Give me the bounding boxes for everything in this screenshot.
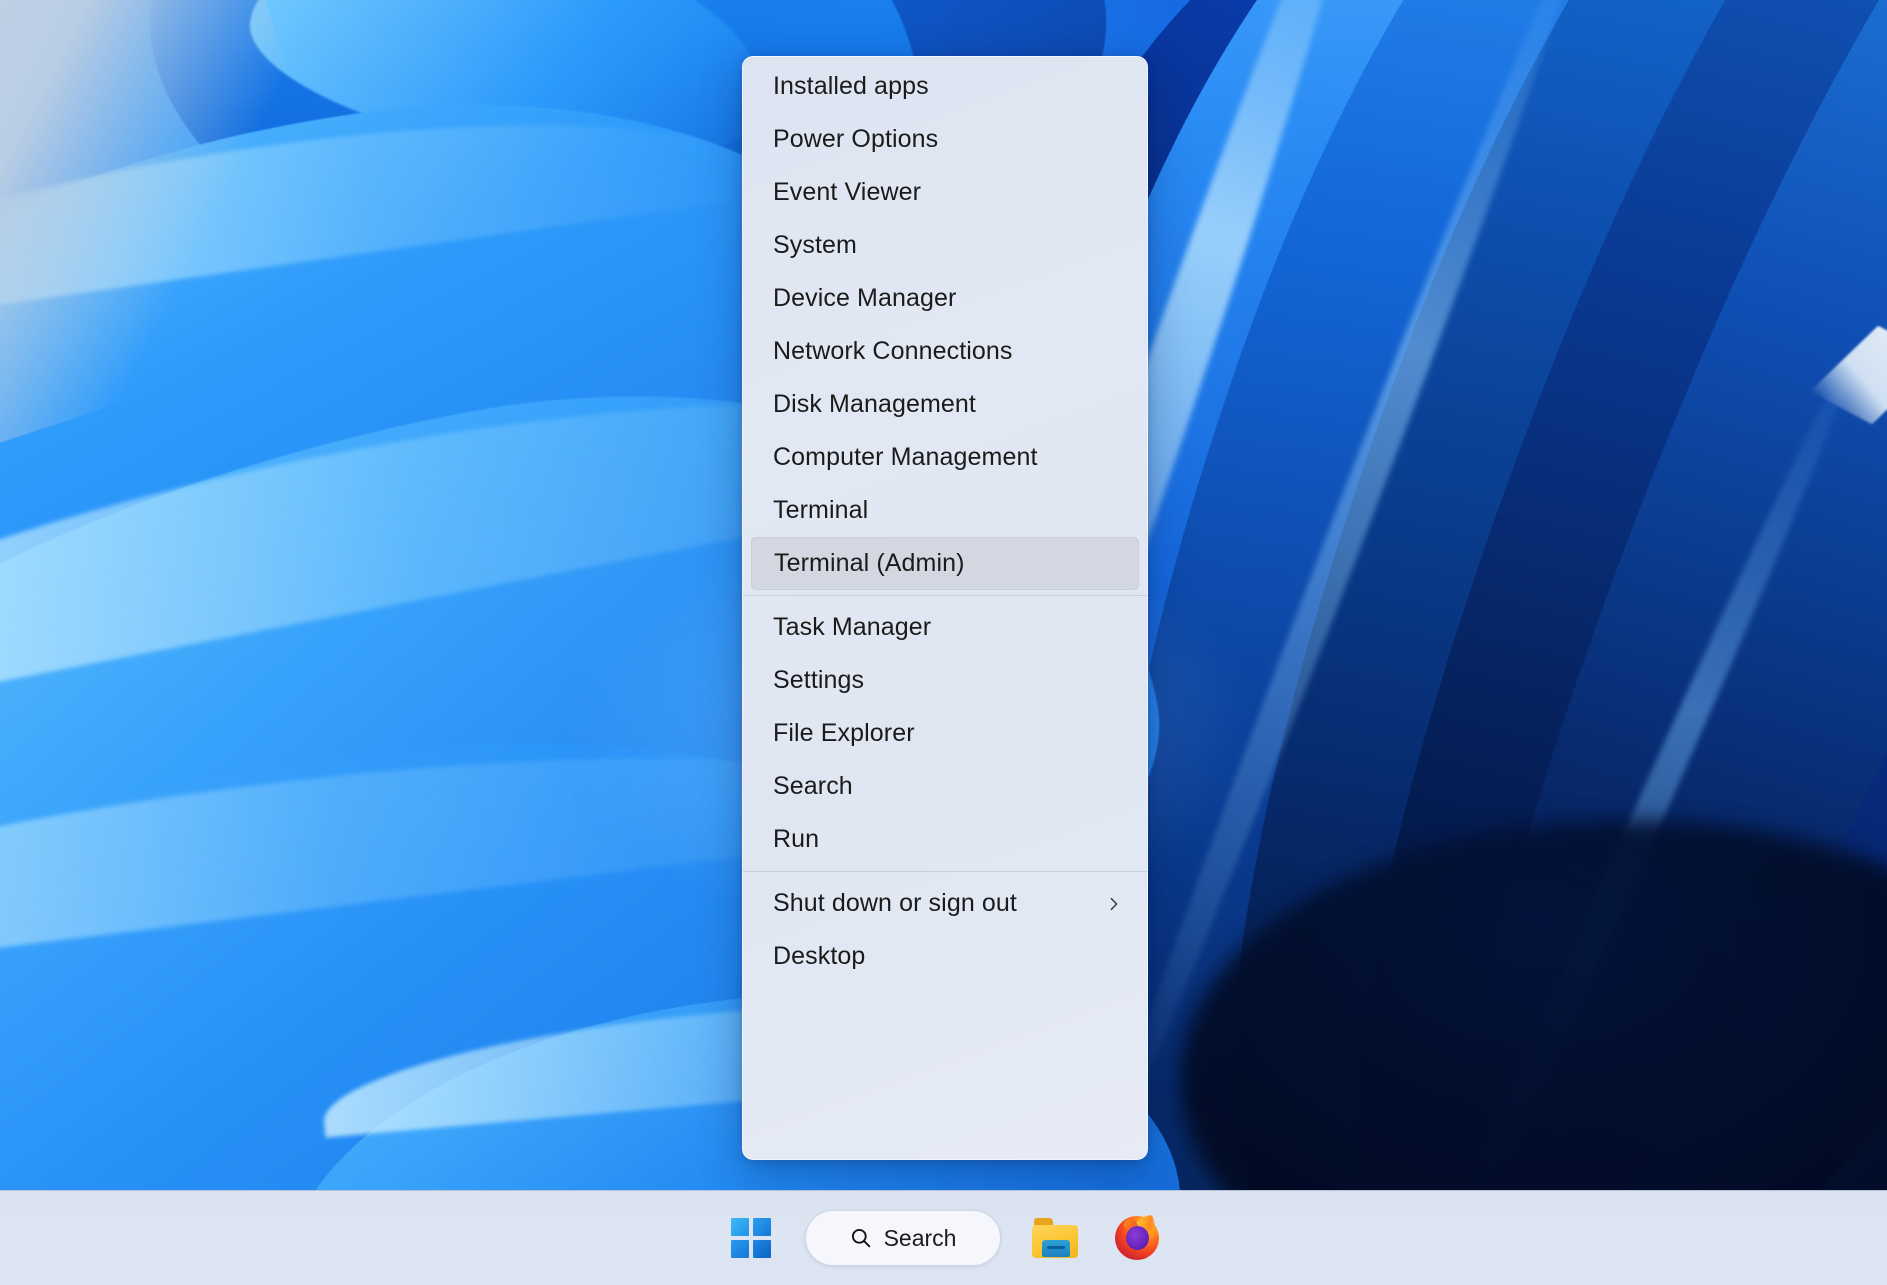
menu-item-label: Desktop [773,942,866,970]
desktop-screen: Installed apps Power Options Event Viewer S… [0,0,1887,1285]
chevron-right-icon [1103,893,1125,915]
menu-item-label: Disk Management [773,390,976,418]
menu-item-terminal[interactable]: Terminal [751,484,1139,537]
file-explorer-icon [1031,1218,1078,1258]
firefox-button[interactable] [1109,1210,1165,1266]
menu-item-desktop[interactable]: Desktop [751,930,1139,983]
menu-item-label: Event Viewer [773,178,922,206]
taskbar-items: Search [723,1210,1165,1266]
menu-item-label: Device Manager [773,284,957,312]
menu-group: Installed apps Power Options Event Viewer S… [743,60,1147,590]
menu-item-task-manager[interactable]: Task Manager [751,601,1139,654]
menu-item-system[interactable]: System [751,219,1139,272]
search-label: Search [883,1224,957,1251]
menu-item-event-viewer[interactable]: Event Viewer [751,166,1139,219]
menu-item-label: System [773,231,857,259]
menu-item-label: Run [773,825,820,853]
menu-item-network-connections[interactable]: Network Connections [751,325,1139,378]
menu-group: Shut down or sign out Desktop [743,877,1147,983]
menu-item-label: Terminal [773,496,869,524]
menu-item-label: Terminal (Admin) [774,549,965,577]
menu-item-shut-down-or-sign-out[interactable]: Shut down or sign out [751,877,1139,930]
menu-item-label: Power Options [773,125,939,153]
menu-item-computer-management[interactable]: Computer Management [751,431,1139,484]
menu-item-search[interactable]: Search [751,760,1139,813]
search-icon [849,1226,873,1250]
menu-item-label: File Explorer [773,719,915,747]
taskbar[interactable]: Search [0,1190,1887,1285]
menu-item-label: Search [773,772,853,800]
menu-item-device-manager[interactable]: Device Manager [751,272,1139,325]
file-explorer-button[interactable] [1027,1210,1083,1266]
win-x-power-user-menu[interactable]: Installed apps Power Options Event Viewer S… [742,56,1148,1160]
menu-item-disk-management[interactable]: Disk Management [751,378,1139,431]
menu-item-file-explorer[interactable]: File Explorer [751,707,1139,760]
menu-item-label: Computer Management [773,443,1038,471]
windows-logo-icon [730,1218,771,1258]
menu-item-label: Shut down or sign out [773,889,1017,917]
menu-group: Task Manager Settings File Explorer Search R… [743,601,1147,866]
search-box[interactable]: Search [804,1210,1001,1266]
menu-item-label: Network Connections [773,337,1013,365]
menu-item-label: Installed apps [773,72,929,100]
menu-item-label: Task Manager [773,613,932,641]
menu-item-run[interactable]: Run [751,813,1139,866]
start-button[interactable] [723,1210,779,1266]
menu-separator [743,871,1147,872]
menu-item-settings[interactable]: Settings [751,654,1139,707]
firefox-icon [1114,1214,1159,1260]
menu-item-label: Settings [773,666,865,694]
menu-item-terminal-admin[interactable]: Terminal (Admin) [751,537,1139,590]
menu-item-power-options[interactable]: Power Options [751,113,1139,166]
menu-separator [743,595,1147,596]
menu-item-installed-apps[interactable]: Installed apps [751,60,1139,113]
